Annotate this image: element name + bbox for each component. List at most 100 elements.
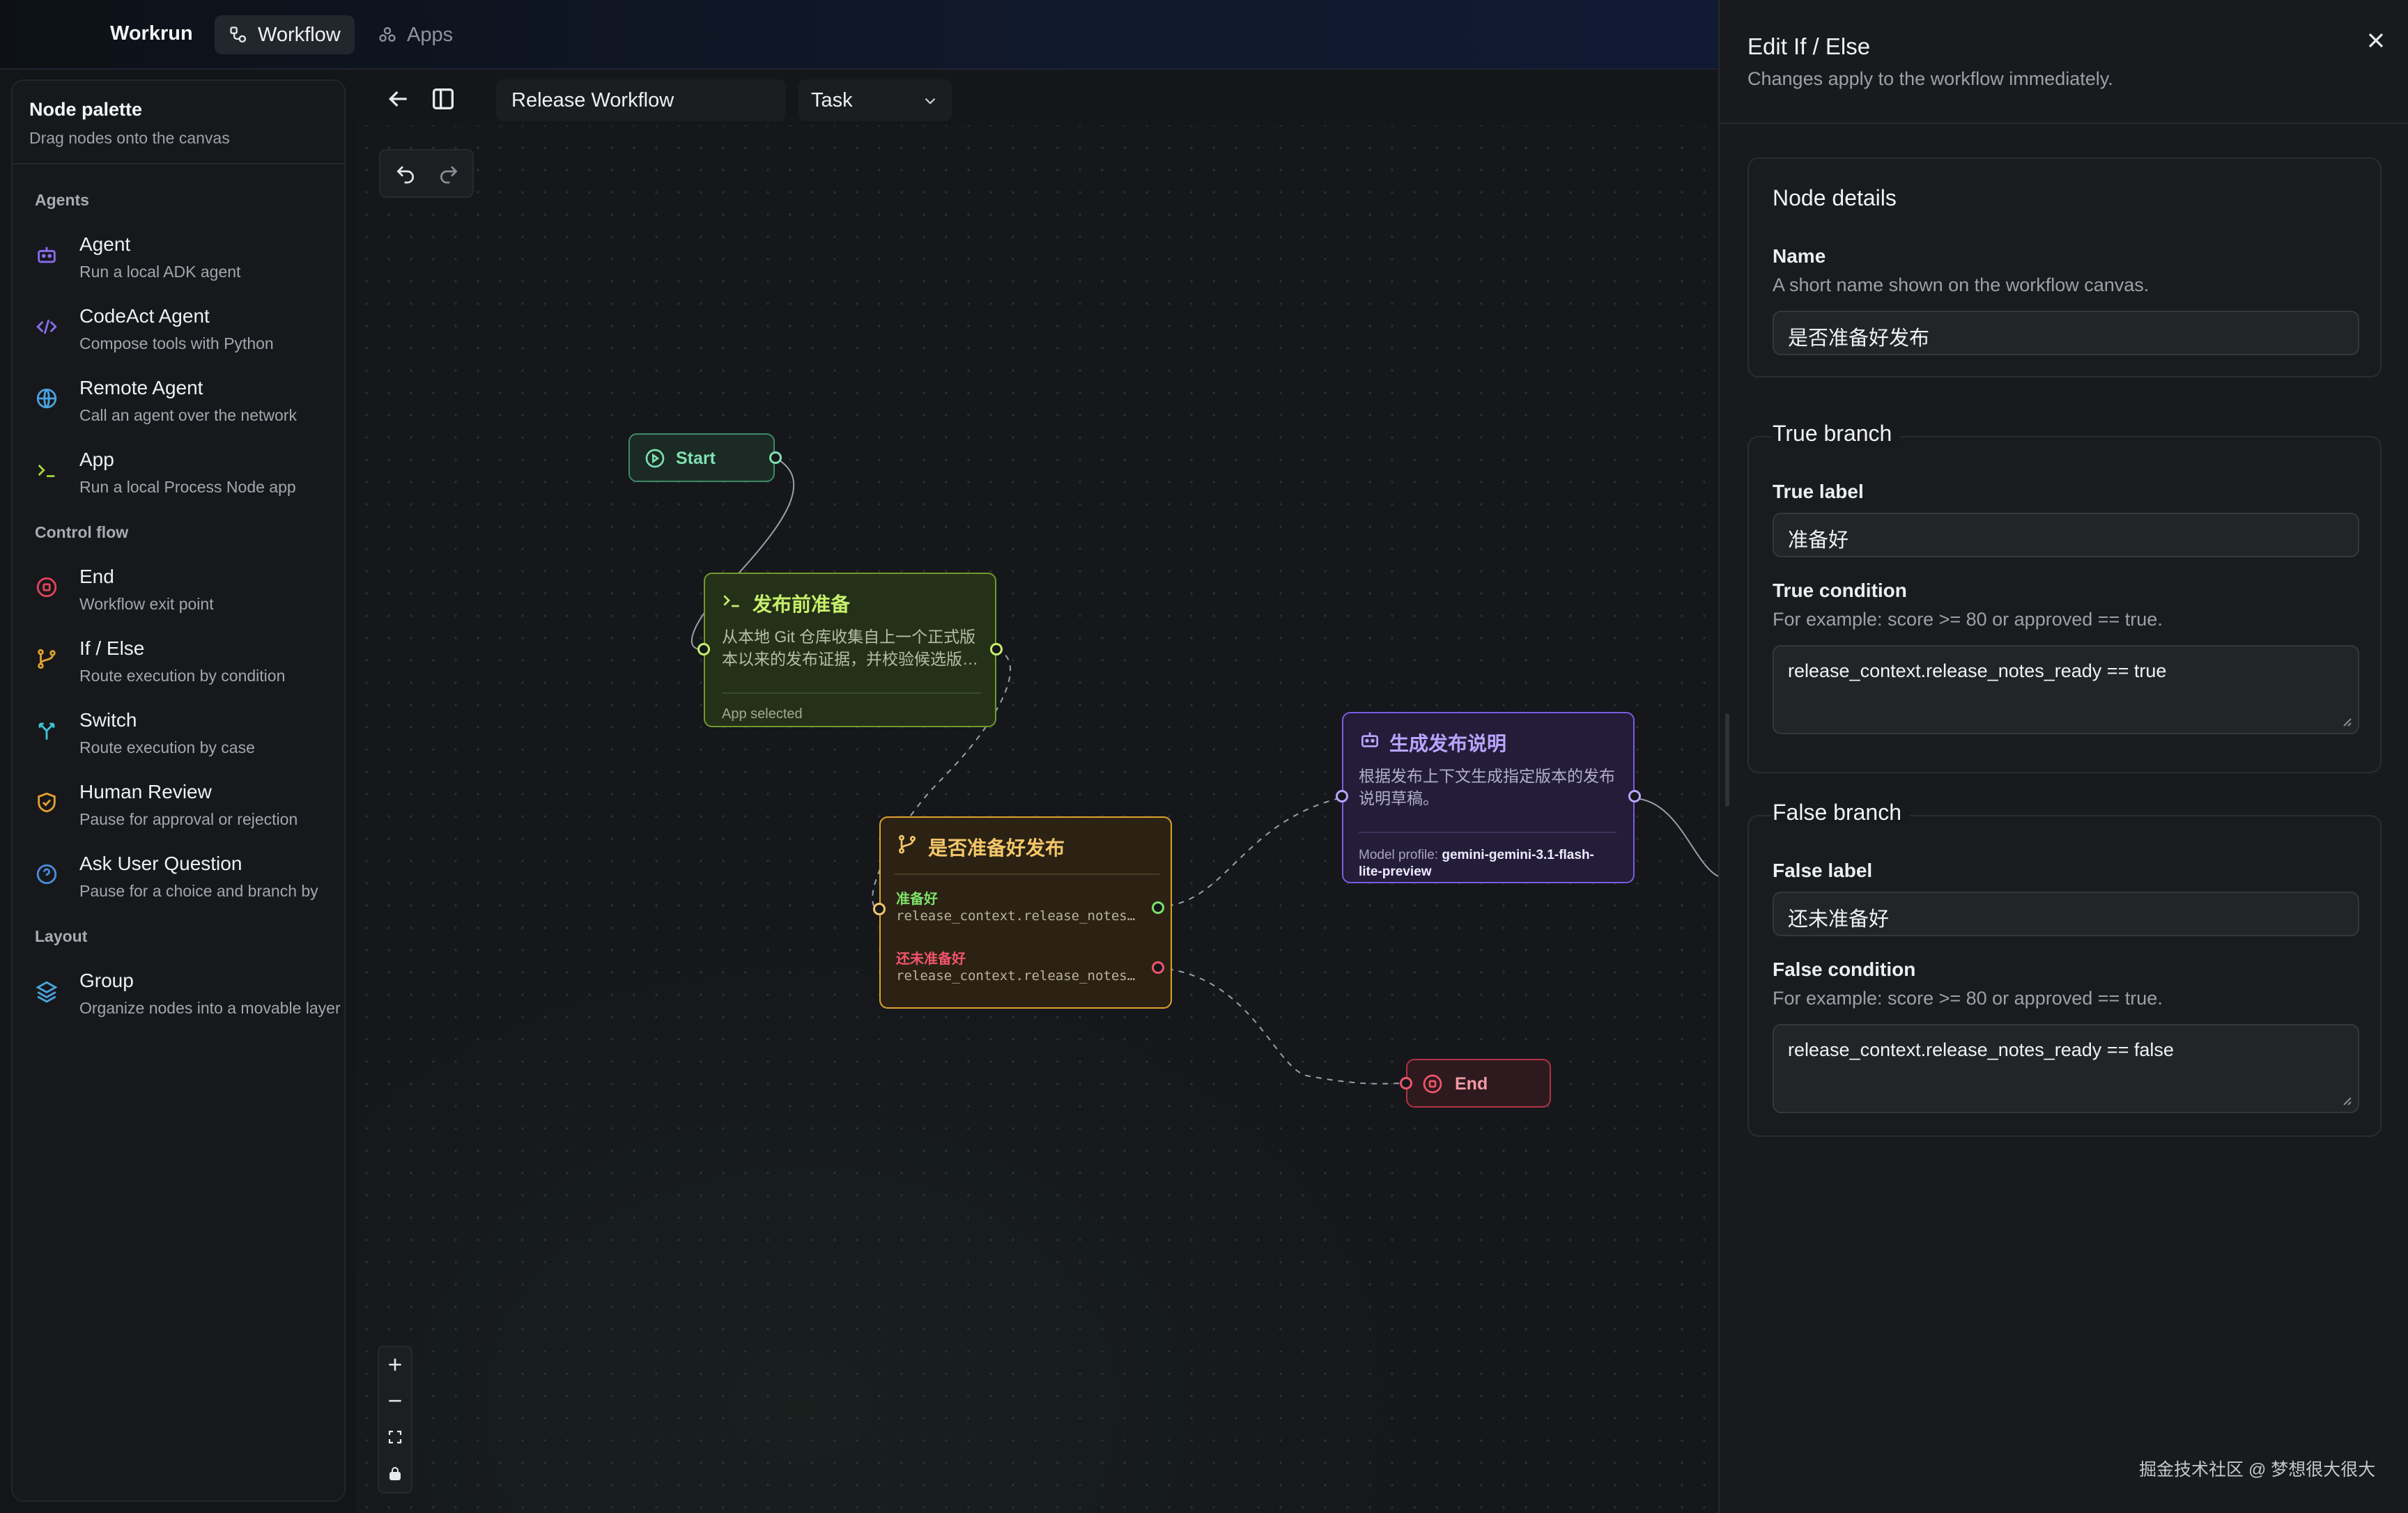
palette-item-ask-user-question[interactable]: Ask User Question Pause for a choice and … — [35, 853, 344, 901]
palette-item-end[interactable]: End Workflow exit point — [35, 566, 344, 614]
zoom-out-button[interactable] — [379, 1383, 411, 1418]
palette-item-desc: Route execution by case — [79, 738, 255, 756]
node-footer: App selected — [722, 692, 981, 722]
end-input-port[interactable] — [1400, 1077, 1412, 1089]
back-arrow-icon[interactable] — [385, 85, 412, 113]
true-condition-textarea[interactable]: release_context.release_notes_ready == t… — [1773, 645, 2359, 734]
switch-icon — [38, 722, 55, 740]
cond-false-port[interactable] — [1152, 961, 1164, 974]
name-input[interactable]: 是否准备好发布 — [1773, 311, 2359, 355]
lock-button[interactable] — [379, 1456, 411, 1491]
start-output-port[interactable] — [769, 451, 782, 464]
plus-icon — [389, 1358, 401, 1371]
node-title: 发布前准备 — [752, 593, 851, 615]
watermark: 掘金技术社区 @ 梦想很大很大 — [2139, 1460, 2376, 1480]
globe-icon — [36, 388, 57, 409]
section-layout: Layout — [35, 927, 88, 945]
palette-item-agent[interactable]: Agent Run a local ADK agent — [35, 233, 344, 281]
palette-item-desc: Pause for a choice and branch by — [79, 882, 318, 900]
palette-item-desc: Compose tools with Python — [79, 334, 274, 352]
node-description: 从本地 Git 仓库收集自上一个正式版本以来的发布证据，并校验候选版… — [722, 628, 978, 668]
close-icon[interactable] — [2363, 28, 2388, 53]
false-condition-label: False condition — [1773, 959, 1916, 980]
true-branch-condition: release_context.release_notes… — [896, 908, 1136, 924]
sidebar-toggle-icon[interactable] — [429, 85, 457, 113]
palette-header: Node palette Drag nodes onto the canvas — [13, 81, 344, 164]
bot-icon — [1361, 732, 1378, 747]
node-title: 生成发布说明 — [1389, 733, 1507, 754]
prep-input-port[interactable] — [697, 643, 710, 655]
palette-item-name: Group — [79, 970, 134, 991]
gen-output-port[interactable] — [1628, 790, 1641, 802]
palette-item-name: Remote Agent — [79, 377, 203, 398]
node-start-label: Start — [676, 449, 716, 468]
prep-output-port[interactable] — [990, 643, 1003, 655]
workflow-type-value: Task — [811, 89, 853, 111]
true-condition-value: release_context.release_notes_ready == t… — [1788, 660, 2167, 681]
palette-item-name: App — [79, 449, 114, 470]
name-label: Name — [1773, 245, 1826, 267]
node-model-profile: Model profile: gemini-gemini-3.1-flash-l… — [1359, 832, 1616, 880]
node-release-prep[interactable]: 发布前准备 从本地 Git 仓库收集自上一个正式版本以来的发布证据，并校验候选版… — [697, 573, 1003, 727]
true-branch-card: True branch True label 准备好 True conditio… — [1747, 421, 2382, 773]
true-label-input[interactable]: 准备好 — [1773, 513, 2359, 557]
palette-item-group[interactable]: Group Organize nodes into a movable layer — [35, 970, 344, 1018]
card-title: True branch — [1773, 421, 1901, 447]
palette-item-name: End — [79, 566, 114, 587]
branch-icon — [38, 649, 56, 669]
node-description: 根据发布上下文生成指定版本的发布说明草稿。 — [1359, 767, 1615, 807]
palette-item-app[interactable]: App Run a local Process Node app — [35, 449, 344, 497]
palette-item-if-else[interactable]: If / Else Route execution by condition — [35, 637, 344, 685]
panel-header: Edit If / Else Changes apply to the work… — [1720, 0, 2408, 124]
nav-apps[interactable]: Apps — [364, 15, 467, 54]
false-label-input[interactable]: 还未准备好 — [1773, 892, 2359, 936]
undo-icon[interactable] — [394, 163, 417, 185]
resize-handle-icon[interactable] — [2340, 1094, 2352, 1106]
palette-item-remote-agent[interactable]: Remote Agent Call an agent over the netwo… — [35, 377, 344, 425]
palette-item-name: CodeAct Agent — [79, 305, 210, 327]
panel-subtitle: Changes apply to the workflow immediatel… — [1747, 68, 2113, 89]
fit-view-icon — [388, 1430, 402, 1444]
bot-icon — [38, 247, 56, 263]
false-branch-card: False branch False label 还未准备好 False con… — [1747, 800, 2382, 1137]
palette-item-desc: Run a local Process Node app — [79, 478, 296, 496]
play-circle-icon — [645, 449, 665, 468]
palette-title: Node palette — [29, 99, 143, 120]
workflow-type-select[interactable]: Task — [798, 79, 952, 121]
palette-item-desc: Route execution by condition — [79, 667, 286, 685]
panel-scrollbar[interactable] — [1725, 713, 1729, 807]
cond-input-port[interactable] — [873, 903, 886, 915]
node-generate-notes[interactable]: 生成发布说明 根据发布上下文生成指定版本的发布说明草稿。 Model profi… — [1336, 712, 1641, 883]
palette-item-name: Agent — [79, 233, 131, 255]
zoom-in-button[interactable] — [379, 1347, 411, 1382]
divider — [895, 874, 1159, 875]
false-condition-textarea[interactable]: release_context.release_notes_ready == f… — [1773, 1024, 2359, 1113]
gen-input-port[interactable] — [1336, 790, 1348, 802]
fit-view-button[interactable] — [379, 1420, 411, 1454]
lock-icon — [389, 1467, 401, 1480]
node-details-card: Node details Name A short name shown on … — [1747, 157, 2382, 378]
top-bar: Workrun Workflow Apps — [0, 0, 1718, 70]
node-if-else[interactable]: 是否准备好发布 准备好 release_context.release_note… — [873, 816, 1172, 1009]
node-start[interactable]: Start — [628, 433, 782, 482]
true-label-label: True label — [1773, 481, 1864, 502]
nav-workflow-label: Workflow — [258, 23, 341, 46]
palette-item-name: Human Review — [79, 781, 212, 802]
palette-item-name: Ask User Question — [79, 853, 242, 874]
false-label-label: False label — [1773, 860, 1873, 881]
false-condition-value: release_context.release_notes_ready == f… — [1788, 1039, 2174, 1060]
palette-item-codeact-agent[interactable]: CodeAct Agent Compose tools with Python — [35, 305, 344, 353]
apps-icon — [379, 26, 396, 42]
false-branch-condition: release_context.release_notes… — [896, 968, 1136, 984]
palette-item-switch[interactable]: Switch Route execution by case — [35, 709, 344, 757]
resize-handle-icon[interactable] — [2340, 715, 2352, 727]
workflow-name-input[interactable]: Release Workflow — [496, 79, 786, 121]
nav-workflow[interactable]: Workflow — [215, 15, 355, 54]
redo-icon[interactable] — [438, 163, 460, 185]
cond-true-port[interactable] — [1152, 901, 1164, 914]
palette-item-human-review[interactable]: Human Review Pause for approval or reject… — [35, 781, 344, 829]
true-condition-label: True condition — [1773, 580, 1907, 601]
zoom-controls — [378, 1346, 412, 1493]
node-end[interactable]: End — [1400, 1059, 1551, 1108]
palette-item-desc: Pause for approval or rejection — [79, 810, 298, 828]
